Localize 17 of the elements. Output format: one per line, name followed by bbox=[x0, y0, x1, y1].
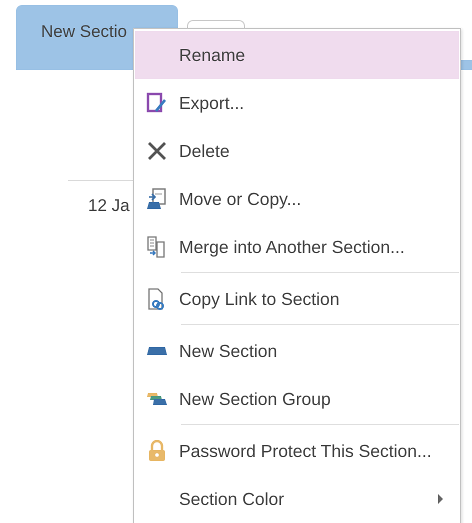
menu-item[interactable]: Copy Link to Section bbox=[135, 275, 459, 323]
menu-item[interactable]: New Section Group bbox=[135, 375, 459, 423]
menu-item[interactable]: Rename bbox=[135, 31, 459, 79]
menu-item[interactable]: Export... bbox=[135, 79, 459, 127]
move-icon bbox=[146, 188, 168, 210]
menu-item[interactable]: Merge into Another Section... bbox=[135, 223, 459, 271]
page-date: 12 Ja bbox=[88, 196, 130, 216]
lock-icon bbox=[146, 440, 168, 462]
menu-item[interactable]: New Section bbox=[135, 327, 459, 375]
export-icon bbox=[146, 92, 168, 114]
menu-item[interactable]: Move or Copy... bbox=[135, 175, 459, 223]
section-group-icon bbox=[147, 393, 167, 405]
menu-item[interactable]: Password Protect This Section... bbox=[135, 427, 459, 475]
delete-icon bbox=[146, 140, 168, 162]
section-icon bbox=[147, 347, 167, 355]
menu-item[interactable]: Delete bbox=[135, 127, 459, 175]
menu-item[interactable]: Section Color bbox=[135, 475, 459, 523]
